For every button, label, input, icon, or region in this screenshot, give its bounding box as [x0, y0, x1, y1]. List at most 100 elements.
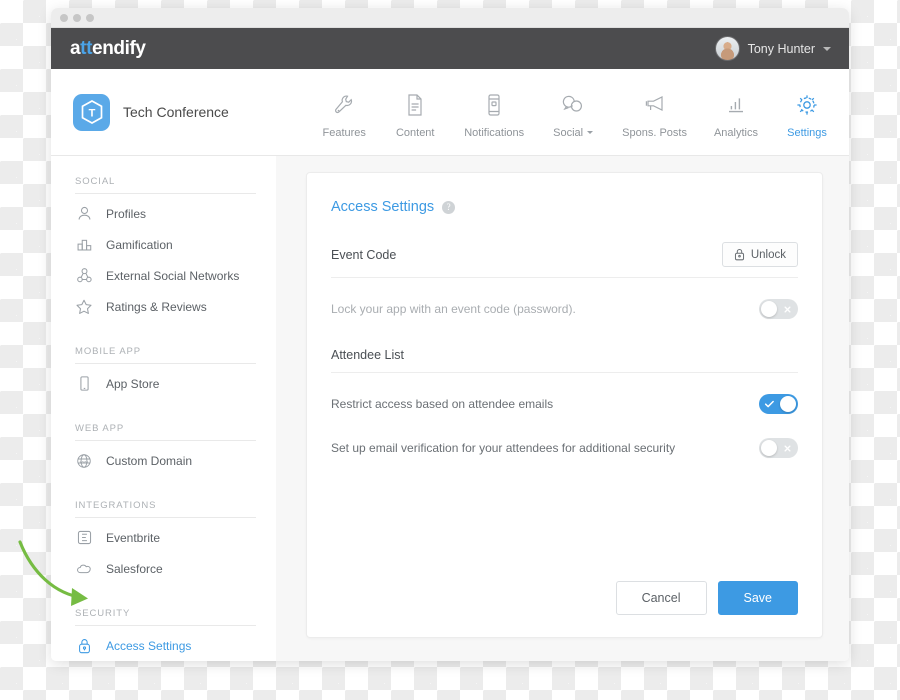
- cross-icon: [778, 438, 797, 458]
- sidebar-item-custom-domain[interactable]: www Custom Domain: [75, 445, 256, 476]
- sidebar-item-salesforce[interactable]: Salesforce: [75, 553, 256, 584]
- setting-label: Set up email verification for your atten…: [331, 441, 676, 455]
- card-title-row: Access Settings ?: [331, 199, 798, 215]
- save-button[interactable]: Save: [717, 581, 798, 615]
- nav-items: Features Content Notifications Social Sp…: [322, 86, 829, 139]
- chevron-down-icon: [823, 46, 831, 51]
- sidebar-item-label: App Store: [106, 376, 160, 391]
- toggle-restrict-access[interactable]: [759, 394, 798, 414]
- setting-row-email-verification: Set up email verification for your atten…: [331, 417, 798, 461]
- window-titlebar: [51, 8, 849, 28]
- chat-bubbles-icon: [560, 92, 586, 118]
- unlock-button-label: Unlock: [750, 248, 786, 261]
- sidebar-item-label: Custom Domain: [106, 453, 193, 468]
- section-header-attendee-list: Attendee List: [331, 348, 798, 373]
- logo-prefix: a: [70, 37, 81, 59]
- toggle-email-verification[interactable]: [759, 438, 798, 458]
- main-navbar: T Tech Conference Features Content Notif…: [51, 69, 849, 156]
- megaphone-icon: [643, 92, 667, 118]
- setting-row-restrict-access: Restrict access based on attendee emails: [331, 373, 798, 417]
- unlock-button[interactable]: Unlock: [721, 242, 798, 267]
- sidebar-item-eventbrite[interactable]: Eventbrite: [75, 522, 256, 553]
- sidebar-group-mobile-app: MOBILE APP App Store: [75, 346, 256, 399]
- gear-icon: [794, 92, 820, 118]
- setting-label: Lock your app with an event code (passwo…: [331, 302, 576, 316]
- sidebar-item-access-settings[interactable]: Access Settings: [75, 630, 256, 661]
- toggle-event-code-lock[interactable]: [759, 299, 798, 319]
- nav-item-features[interactable]: Features: [322, 92, 366, 139]
- nav-label: Content: [395, 126, 435, 139]
- check-icon: [760, 394, 779, 414]
- sidebar-heading: INTEGRATIONS: [75, 500, 256, 518]
- nav-label: Notifications: [464, 126, 525, 139]
- section-title: Attendee List: [331, 348, 404, 362]
- nav-label: Social: [553, 127, 594, 139]
- sidebar-item-ratings-reviews[interactable]: Ratings & Reviews: [75, 291, 256, 322]
- sidebar-group-security: SECURITY Access Settings: [75, 608, 256, 661]
- setting-label: Restrict access based on attendee emails: [331, 397, 554, 411]
- user-name: Tony Hunter: [747, 41, 815, 56]
- cloud-icon: [75, 560, 93, 577]
- app-window: attendify Tony Hunter T Tech Conference: [51, 8, 849, 661]
- mobile-phone-icon: [485, 92, 503, 118]
- wrench-icon: [333, 92, 355, 118]
- brand-bar: attendify Tony Hunter: [51, 28, 849, 69]
- globe-www-icon: www: [75, 452, 93, 470]
- eventbrite-icon: [75, 529, 93, 546]
- chevron-down-icon: [587, 131, 594, 134]
- person-icon: [75, 205, 93, 222]
- nav-item-content[interactable]: Content: [393, 92, 437, 139]
- nav-item-analytics[interactable]: Analytics: [714, 92, 758, 139]
- nav-item-social[interactable]: Social: [551, 92, 595, 139]
- window-minimize-button[interactable]: [73, 13, 81, 22]
- star-icon: [75, 298, 93, 316]
- avatar: [714, 36, 740, 61]
- access-settings-card: Access Settings ? Event Code Unlock Lock…: [306, 172, 823, 638]
- setting-row-event-code-lock: Lock your app with an event code (passwo…: [331, 278, 798, 322]
- app-hexagon-icon: T: [73, 93, 110, 131]
- nav-item-settings[interactable]: Settings: [785, 92, 829, 139]
- mobile-phone-icon: [75, 375, 93, 392]
- nav-item-notifications[interactable]: Notifications: [464, 92, 524, 139]
- padlock-icon: [75, 637, 93, 655]
- sidebar-item-label: Salesforce: [106, 561, 163, 576]
- sidebar-heading: SOCIAL: [75, 176, 256, 194]
- toggle-knob: [761, 440, 777, 456]
- toggle-knob: [761, 301, 777, 317]
- sidebar-group-web-app: WEB APP www Custom Domain: [75, 423, 256, 476]
- logo-highlight: tt: [80, 37, 93, 59]
- logo-suffix: endify: [92, 37, 146, 59]
- section-header-event-code: Event Code Unlock: [331, 242, 798, 278]
- event-icon-letter: T: [88, 108, 95, 120]
- card-footer: Cancel Save: [331, 581, 798, 637]
- attendify-logo[interactable]: attendify: [70, 38, 146, 60]
- question-mark-icon[interactable]: ?: [442, 200, 456, 214]
- sidebar-item-label: Profiles: [106, 206, 147, 221]
- content-area: SOCIAL Profiles Gamification External So…: [51, 156, 849, 661]
- sidebar-heading: WEB APP: [75, 423, 256, 441]
- nav-label: Spons. Posts: [622, 126, 687, 139]
- cancel-button[interactable]: Cancel: [615, 581, 707, 615]
- document-icon: [405, 92, 425, 118]
- nav-label: Features: [322, 126, 366, 139]
- event-identity[interactable]: T Tech Conference: [73, 93, 229, 131]
- sidebar-item-label: Gamification: [106, 237, 173, 252]
- nav-item-sponsored-posts[interactable]: Spons. Posts: [622, 92, 687, 139]
- window-maximize-button[interactable]: [86, 13, 94, 22]
- bar-chart-icon: [724, 92, 748, 118]
- network-nodes-icon: [75, 267, 93, 284]
- main-panel: Access Settings ? Event Code Unlock Lock…: [276, 156, 849, 661]
- cross-icon: [778, 299, 797, 319]
- sidebar-heading: MOBILE APP: [75, 346, 256, 364]
- user-menu[interactable]: Tony Hunter: [714, 36, 831, 61]
- event-title: Tech Conference: [123, 104, 229, 120]
- sidebar-item-label: Ratings & Reviews: [106, 299, 207, 314]
- sidebar-group-social: SOCIAL Profiles Gamification External So…: [75, 176, 256, 322]
- sidebar-item-external-social-networks[interactable]: External Social Networks: [75, 260, 256, 291]
- sidebar-item-label: External Social Networks: [106, 268, 240, 283]
- window-close-button[interactable]: [60, 13, 68, 22]
- sidebar-item-profiles[interactable]: Profiles: [75, 198, 256, 229]
- nav-label: Settings: [787, 126, 827, 139]
- sidebar-item-app-store[interactable]: App Store: [75, 368, 256, 399]
- sidebar-item-gamification[interactable]: Gamification: [75, 229, 256, 260]
